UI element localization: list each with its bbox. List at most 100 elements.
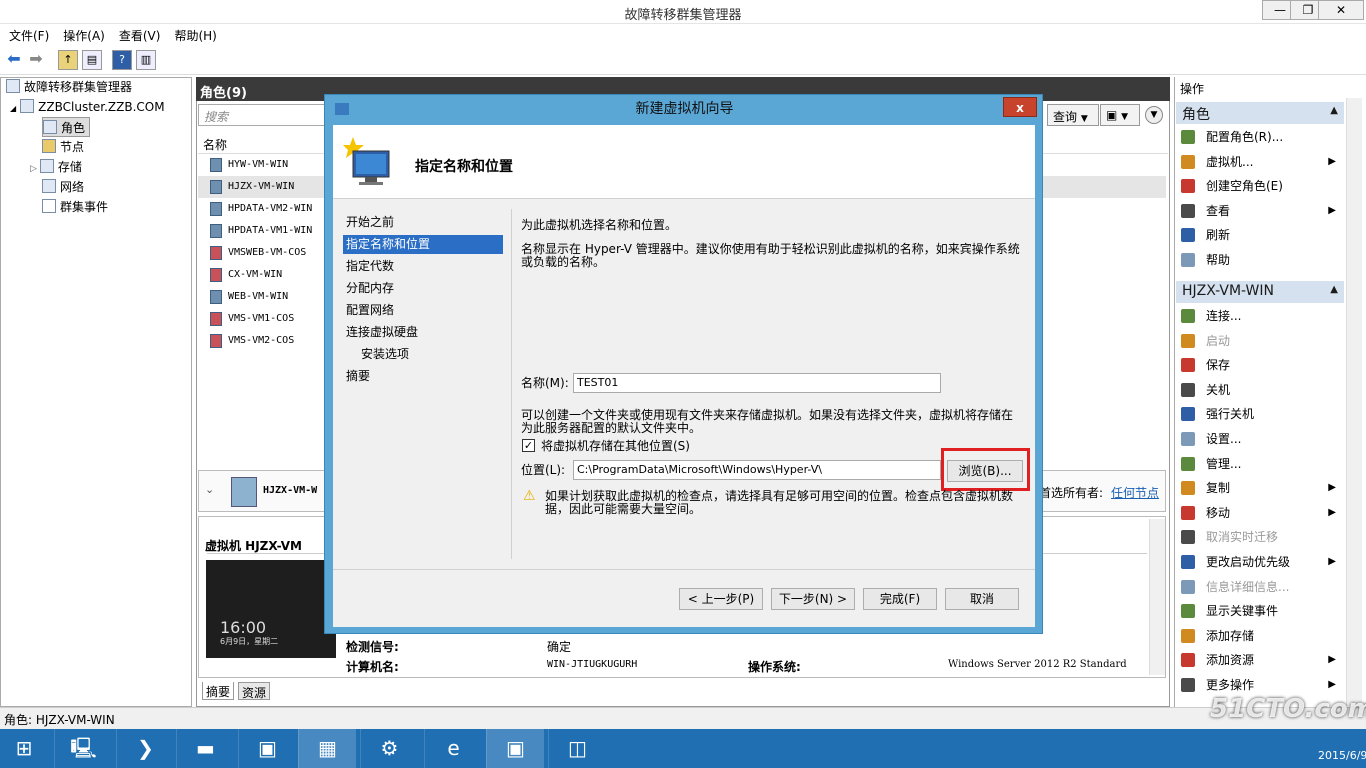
collapse-up-icon[interactable]: ▲ [1330, 284, 1338, 295]
query-button[interactable]: 查询 ▼ [1047, 104, 1099, 126]
action-item[interactable]: 添加存储 [1180, 625, 1340, 647]
vm-row[interactable]: VMS-VM1-COS [198, 308, 326, 330]
nodes-icon [42, 139, 56, 153]
browse-button[interactable]: 浏览(B)... [947, 460, 1023, 482]
new-vm-wizard-icon[interactable]: ▣ [486, 729, 544, 768]
finish-button[interactable]: 完成(F) [863, 588, 937, 610]
location-input[interactable]: C:\ProgramData\Microsoft\Windows\Hyper-V… [573, 460, 941, 480]
vm-row[interactable]: HPDATA-VM1-WIN [198, 220, 326, 242]
internet-explorer-icon[interactable]: e [424, 729, 482, 768]
wizard-step-current[interactable]: 指定名称和位置 [343, 235, 503, 254]
action-item[interactable]: 创建空角色(E) [1180, 175, 1340, 197]
wizard-step[interactable]: 安装选项 [343, 345, 503, 364]
action-item[interactable]: 信息详细信息... [1180, 576, 1340, 598]
server-manager-icon[interactable]: 🖳 [54, 729, 112, 768]
vm-row[interactable]: VMSWEB-VM-COS [198, 242, 326, 264]
close-button[interactable]: ✕ [1318, 0, 1364, 20]
navigation-tree [0, 77, 192, 707]
cancel-button[interactable]: 取消 [945, 588, 1019, 610]
tree-cluster[interactable]: ◢ ZZBCluster.ZZB.COM [10, 97, 165, 117]
action-item[interactable]: 刷新 [1180, 224, 1340, 246]
action-item[interactable]: 显示关键事件 [1180, 600, 1340, 622]
action-item[interactable]: 保存 [1180, 354, 1340, 376]
network-tool-icon[interactable]: ◫ [548, 729, 606, 768]
wizard-step[interactable]: 分配内存 [343, 279, 503, 298]
vm-row[interactable]: HYW-VM-WIN [198, 154, 326, 176]
cluster-manager-icon[interactable]: ▦ [298, 729, 356, 768]
actions-group-vm[interactable]: HJZX-VM-WIN ▲ [1176, 281, 1344, 303]
vm-row[interactable]: VMS-VM2-COS [198, 330, 326, 352]
action-item[interactable]: 设置... [1180, 428, 1340, 450]
wizard-step[interactable]: 摘要 [343, 367, 503, 386]
collapse-arrow-icon[interactable]: ◢ [10, 104, 16, 113]
powershell-icon[interactable]: ❯ [116, 729, 174, 768]
tree-item-events[interactable]: 群集事件 [42, 197, 108, 217]
dialog-close-button[interactable]: x [1003, 97, 1037, 117]
vm-row[interactable]: CX-VM-WIN [198, 264, 326, 286]
back-icon[interactable]: ⬅ [4, 50, 24, 70]
action-label: 帮助 [1206, 253, 1231, 267]
action-item[interactable]: 取消实时迁移 [1180, 526, 1340, 548]
start-icon[interactable]: ⊞ [0, 729, 48, 768]
next-button[interactable]: 下一步(N) > [771, 588, 855, 610]
warning-text: 如果计划获取此虚拟机的检查点，请选择具有足够可用空间的位置。检查点包含虚拟机数据… [545, 489, 1014, 516]
wizard-step[interactable]: 连接虚拟硬盘 [343, 323, 503, 342]
action-item[interactable]: 虚拟机... ▶ [1180, 151, 1340, 173]
dialog-title: 新建虚拟机向导 [635, 101, 734, 117]
tree-root[interactable]: 故障转移群集管理器 [6, 77, 132, 97]
expand-arrow-icon[interactable]: ▷ [30, 164, 37, 174]
action-item[interactable]: 更改启动优先级 ▶ [1180, 551, 1340, 573]
menu-help[interactable]: 帮助(H) [165, 24, 221, 44]
tab-summary[interactable]: 摘要 [202, 682, 235, 700]
expand-circle-icon[interactable]: ▼ [1145, 106, 1163, 124]
up-folder-icon[interactable]: ↑ [58, 50, 78, 70]
previous-button[interactable]: < 上一步(P) [679, 588, 763, 610]
action-item[interactable]: 帮助 [1180, 249, 1340, 271]
menu-file[interactable]: 文件(F) [0, 24, 54, 44]
action-item[interactable]: 关机 [1180, 379, 1340, 401]
any-node-link[interactable]: 任何节点 [1111, 484, 1159, 501]
name-input[interactable]: TEST01 [573, 373, 941, 393]
tree-item-networks[interactable]: 网络 [42, 177, 84, 197]
action-item[interactable]: 启动 [1180, 330, 1340, 352]
collapse-up-icon[interactable]: ▲ [1330, 105, 1338, 116]
show-hide-tree-icon[interactable]: ▤ [82, 50, 102, 70]
forward-icon[interactable]: ➡ [26, 50, 46, 70]
store-elsewhere-checkbox[interactable]: ✓ [522, 439, 535, 452]
action-item[interactable]: 添加资源 ▶ [1180, 649, 1340, 671]
action-item[interactable]: 查看 ▶ [1180, 200, 1340, 222]
actions-group-roles[interactable]: 角色 ▲ [1176, 102, 1344, 124]
tools-icon[interactable]: ⚙ [360, 729, 418, 768]
menu-action[interactable]: 操作(A) [54, 24, 110, 44]
vm-thumbnail[interactable]: 16:00 6月9日，星期二 [206, 560, 336, 658]
help-icon[interactable]: ? [112, 50, 132, 70]
action-item[interactable]: 强行关机 [1180, 403, 1340, 425]
search-input[interactable]: 搜索 [198, 104, 326, 126]
action-item[interactable]: 连接... [1180, 305, 1340, 327]
collapse-chevron-icon[interactable]: ⌄ [205, 483, 214, 496]
vm-row[interactable]: WEB-VM-WIN [198, 286, 326, 308]
vm-icon [210, 202, 222, 216]
action-label: 查看 [1206, 203, 1231, 218]
action-item[interactable]: 配置角色(R)... [1180, 126, 1340, 148]
store-elsewhere-label[interactable]: 将虚拟机存储在其他位置(S) [541, 440, 690, 453]
menu-view[interactable]: 查看(V) [110, 24, 166, 44]
action-item[interactable]: 更多操作 ▶ [1180, 674, 1340, 696]
vm-row[interactable]: HPDATA-VM2-WIN [198, 198, 326, 220]
wizard-step[interactable]: 配置网络 [343, 301, 503, 320]
action-item[interactable]: 移动 ▶ [1180, 502, 1340, 524]
detail-scrollbar[interactable] [1149, 519, 1165, 675]
wizard-step[interactable]: 开始之前 [343, 213, 503, 232]
save-query-button[interactable]: ▣ ▼ [1100, 104, 1140, 126]
wizard-step[interactable]: 指定代数 [343, 257, 503, 276]
hyperv-manager-icon[interactable]: ▣ [238, 729, 296, 768]
tree-item-roles[interactable]: 角色 [42, 117, 91, 137]
action-pane-icon[interactable]: ▥ [136, 50, 156, 70]
tree-item-nodes[interactable]: 节点 [42, 137, 84, 157]
explorer-icon[interactable]: ▬ [176, 729, 234, 768]
action-item[interactable]: 管理... [1180, 453, 1340, 475]
tab-resources[interactable]: 资源 [238, 682, 271, 700]
tree-item-storage[interactable]: ▷ 存储 [30, 157, 82, 177]
actions-scrollbar[interactable] [1346, 98, 1362, 706]
action-item[interactable]: 复制 ▶ [1180, 477, 1340, 499]
